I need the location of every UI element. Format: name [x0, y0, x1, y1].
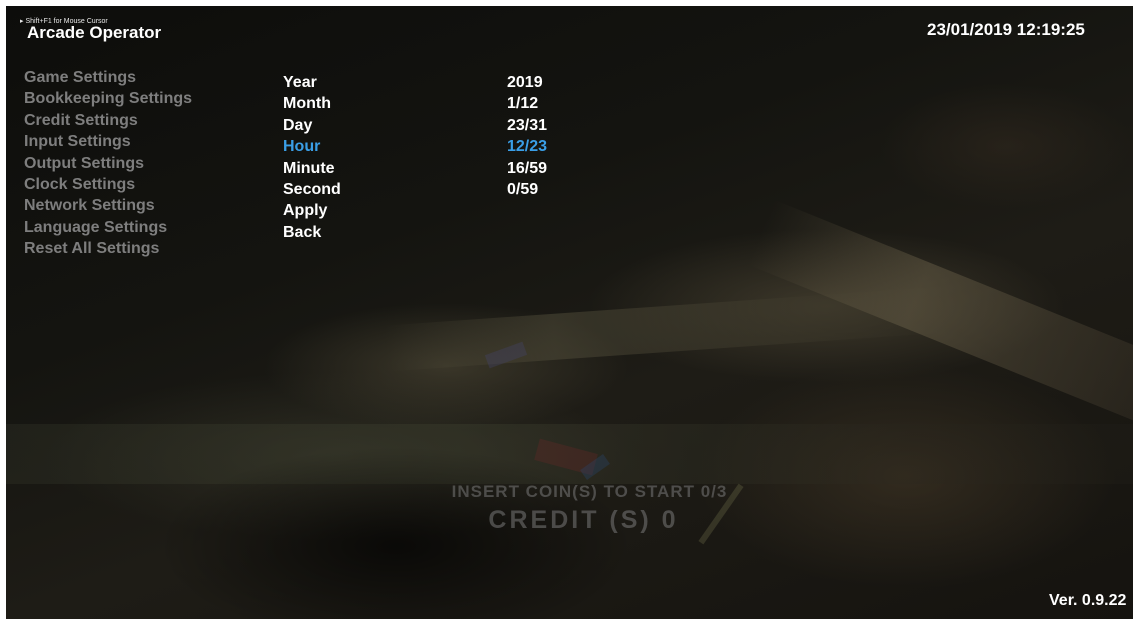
insert-coin-text: INSERT COIN(S) TO START 0/3 [451, 482, 728, 501]
menu-item-clock-settings[interactable]: Clock Settings [24, 174, 192, 195]
setting-value: 0/59 [507, 180, 539, 198]
current-datetime: 23/01/2019 12:19:25 [927, 20, 1085, 39]
version-label: Ver. 0.9.22 [1049, 592, 1127, 609]
clock-settings-panel: Year 2019 Month 1/12 Day 23/31 Hour 12/2… [283, 72, 583, 243]
menu-item-reset-all-settings[interactable]: Reset All Settings [24, 238, 192, 259]
setting-row-month[interactable]: Month 1/12 [283, 93, 583, 114]
background-debris [534, 438, 598, 476]
setting-row-minute[interactable]: Minute 16/59 [283, 158, 583, 179]
hint-text: Shift+F1 for Mouse Cursor [25, 18, 108, 25]
setting-label: Minute [283, 159, 335, 177]
apply-button[interactable]: Apply [283, 200, 583, 221]
menu-item-game-settings[interactable]: Game Settings [24, 67, 192, 88]
setting-row-day[interactable]: Day 23/31 [283, 115, 583, 136]
menu-item-network-settings[interactable]: Network Settings [24, 195, 192, 216]
setting-value: 1/12 [507, 95, 539, 113]
setting-label: Year [283, 74, 317, 91]
mouse-cursor-hint: ▸ Shift+F1 for Mouse Cursor [20, 18, 108, 25]
background-plank [6, 424, 1133, 484]
background-plank [385, 286, 947, 372]
setting-row-year[interactable]: Year 2019 [283, 72, 583, 93]
app-title: Arcade Operator [27, 23, 162, 42]
setting-value: 2019 [507, 74, 543, 91]
menu-item-credit-settings[interactable]: Credit Settings [24, 110, 192, 131]
menu-item-input-settings[interactable]: Input Settings [24, 131, 192, 152]
setting-label: Month [283, 95, 331, 113]
setting-label: Second [283, 180, 341, 198]
menu-item-bookkeeping-settings[interactable]: Bookkeeping Settings [24, 88, 192, 109]
apply-label: Apply [283, 202, 328, 220]
credit-counter: CREDIT (S) 0 [488, 506, 679, 534]
setting-label: Hour [283, 138, 321, 156]
back-button[interactable]: Back [283, 222, 583, 243]
background-plank [748, 199, 1133, 423]
setting-value: 16/59 [507, 159, 548, 177]
back-label: Back [283, 223, 322, 241]
background-debris [580, 454, 610, 480]
setting-value: 12/23 [507, 138, 548, 156]
menu-item-output-settings[interactable]: Output Settings [24, 153, 192, 174]
background-debris [484, 341, 528, 369]
setting-row-hour[interactable]: Hour 12/23 [283, 136, 583, 157]
menu-item-language-settings[interactable]: Language Settings [24, 217, 192, 238]
settings-menu: Game Settings Bookkeeping Settings Credi… [24, 67, 192, 260]
game-screen: INSERT COIN(S) TO START 0/3 CREDIT (S) 0… [6, 6, 1133, 619]
setting-label: Day [283, 116, 313, 134]
setting-row-second[interactable]: Second 0/59 [283, 179, 583, 200]
setting-value: 23/31 [507, 116, 548, 134]
